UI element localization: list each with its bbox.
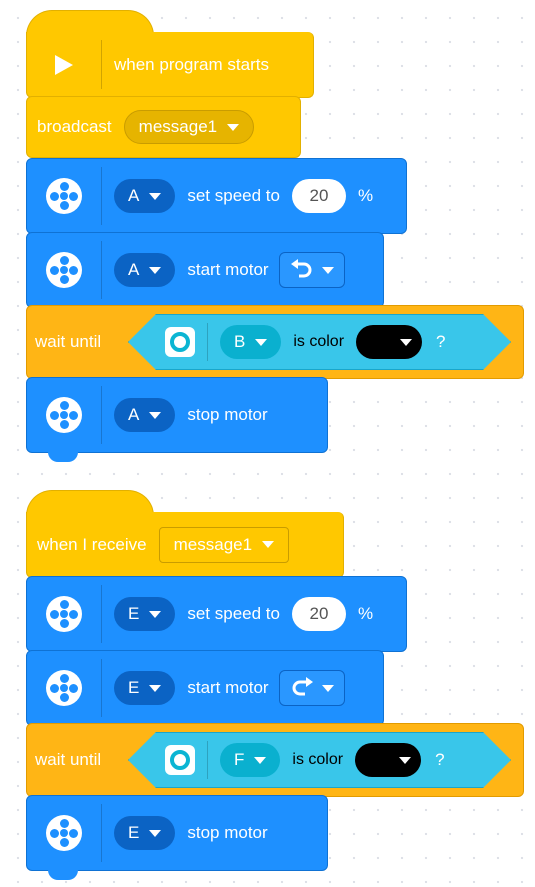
separator <box>101 386 102 444</box>
sensor-port-value: F <box>234 750 245 769</box>
port-value: A <box>128 260 140 279</box>
counterclockwise-arrow-icon <box>290 259 312 278</box>
separator <box>101 167 102 225</box>
caret-down-icon <box>227 123 240 131</box>
port-dropdown[interactable]: E <box>114 597 176 631</box>
caret-down-icon <box>400 339 412 346</box>
broadcast-label: broadcast <box>37 117 112 136</box>
port-dropdown[interactable]: A <box>114 398 176 432</box>
motor-icon <box>46 252 82 288</box>
stop-motor-block[interactable]: A stop motor <box>26 377 328 453</box>
port-value: E <box>128 604 140 623</box>
port-value: A <box>128 186 140 205</box>
port-dropdown[interactable]: A <box>114 253 176 287</box>
when-i-receive-block[interactable]: when I receive message1 <box>26 512 344 578</box>
stop-motor-label: stop motor <box>187 405 268 424</box>
port-dropdown[interactable]: E <box>114 671 176 705</box>
caret-down-icon <box>254 757 266 764</box>
separator <box>101 241 102 299</box>
separator <box>101 659 102 717</box>
set-speed-block[interactable]: A set speed to 20 % <box>26 158 407 234</box>
port-dropdown[interactable]: A <box>114 179 176 213</box>
stop-motor-block[interactable]: E stop motor <box>26 795 328 871</box>
color-dropdown[interactable] <box>355 743 421 777</box>
caret-down-icon <box>321 266 334 274</box>
port-value: E <box>128 823 140 842</box>
caret-down-icon <box>149 192 162 200</box>
set-speed-label: set speed to <box>187 186 280 205</box>
caret-down-icon <box>149 411 162 419</box>
port-value: E <box>128 678 140 697</box>
clockwise-arrow-icon <box>292 677 313 696</box>
question-mark: ? <box>435 750 445 769</box>
message-dropdown[interactable]: message1 <box>123 110 255 144</box>
motor-icon <box>46 178 82 214</box>
wait-until-label: wait until <box>35 332 102 351</box>
separator <box>101 40 102 89</box>
sensor-port-dropdown[interactable]: B <box>220 325 281 359</box>
broadcast-block[interactable]: broadcast message1 <box>26 96 301 158</box>
is-color-label: is color <box>292 751 344 768</box>
caret-down-icon <box>149 266 162 274</box>
separator <box>101 585 102 643</box>
color-sensor-icon <box>165 745 195 775</box>
color-sensor-condition[interactable]: B is color ? <box>128 314 511 370</box>
start-motor-label: start motor <box>187 678 269 697</box>
set-speed-label: set speed to <box>187 604 280 623</box>
motor-block-icon-cell <box>27 378 101 452</box>
motor-icon <box>46 815 82 851</box>
motor-block-icon-cell <box>27 577 101 651</box>
motor-block-icon-cell <box>27 233 101 307</box>
color-sensor-condition[interactable]: F is color ? <box>128 732 511 788</box>
color-dropdown[interactable] <box>356 325 422 359</box>
caret-down-icon <box>399 757 411 764</box>
speed-input[interactable]: 20 <box>291 179 346 213</box>
speed-input[interactable]: 20 <box>291 597 346 631</box>
bottom-notch <box>48 452 78 462</box>
caret-down-icon <box>149 829 162 837</box>
start-motor-block[interactable]: A start motor <box>26 232 384 308</box>
sensor-port-dropdown[interactable]: F <box>220 743 280 777</box>
sensor-port-value: B <box>234 332 246 351</box>
percent-label: % <box>357 604 374 623</box>
message-value: message1 <box>173 534 253 554</box>
when-program-starts-block[interactable]: when program starts <box>26 32 314 98</box>
message-dropdown[interactable]: message1 <box>158 526 290 563</box>
separator <box>207 741 208 779</box>
port-value: A <box>128 405 140 424</box>
direction-dropdown[interactable] <box>278 670 345 706</box>
direction-dropdown[interactable] <box>278 252 345 288</box>
question-mark: ? <box>436 332 446 351</box>
play-icon[interactable] <box>27 32 101 97</box>
is-color-label: is color <box>293 333 345 350</box>
caret-down-icon <box>255 339 267 346</box>
wait-until-label: wait until <box>35 750 102 769</box>
hat-label: when I receive <box>37 534 147 554</box>
message-value: message1 <box>138 117 218 136</box>
caret-down-icon <box>262 541 275 548</box>
color-sensor-icon <box>165 327 195 357</box>
motor-block-icon-cell <box>27 651 101 725</box>
port-dropdown[interactable]: E <box>114 816 176 850</box>
hat-label: when program starts <box>114 54 269 74</box>
separator <box>207 323 208 361</box>
caret-down-icon <box>149 610 162 618</box>
caret-down-icon <box>149 684 162 692</box>
stop-motor-label: stop motor <box>187 823 268 842</box>
motor-icon <box>46 397 82 433</box>
start-motor-block[interactable]: E start motor <box>26 650 384 726</box>
separator <box>101 804 102 862</box>
motor-block-icon-cell <box>27 796 101 870</box>
start-motor-label: start motor <box>187 260 269 279</box>
percent-label: % <box>357 186 374 205</box>
motor-icon <box>46 596 82 632</box>
set-speed-block[interactable]: E set speed to 20 % <box>26 576 407 652</box>
motor-icon <box>46 670 82 706</box>
caret-down-icon <box>321 684 334 692</box>
bottom-notch <box>48 870 78 880</box>
motor-block-icon-cell <box>27 159 101 233</box>
